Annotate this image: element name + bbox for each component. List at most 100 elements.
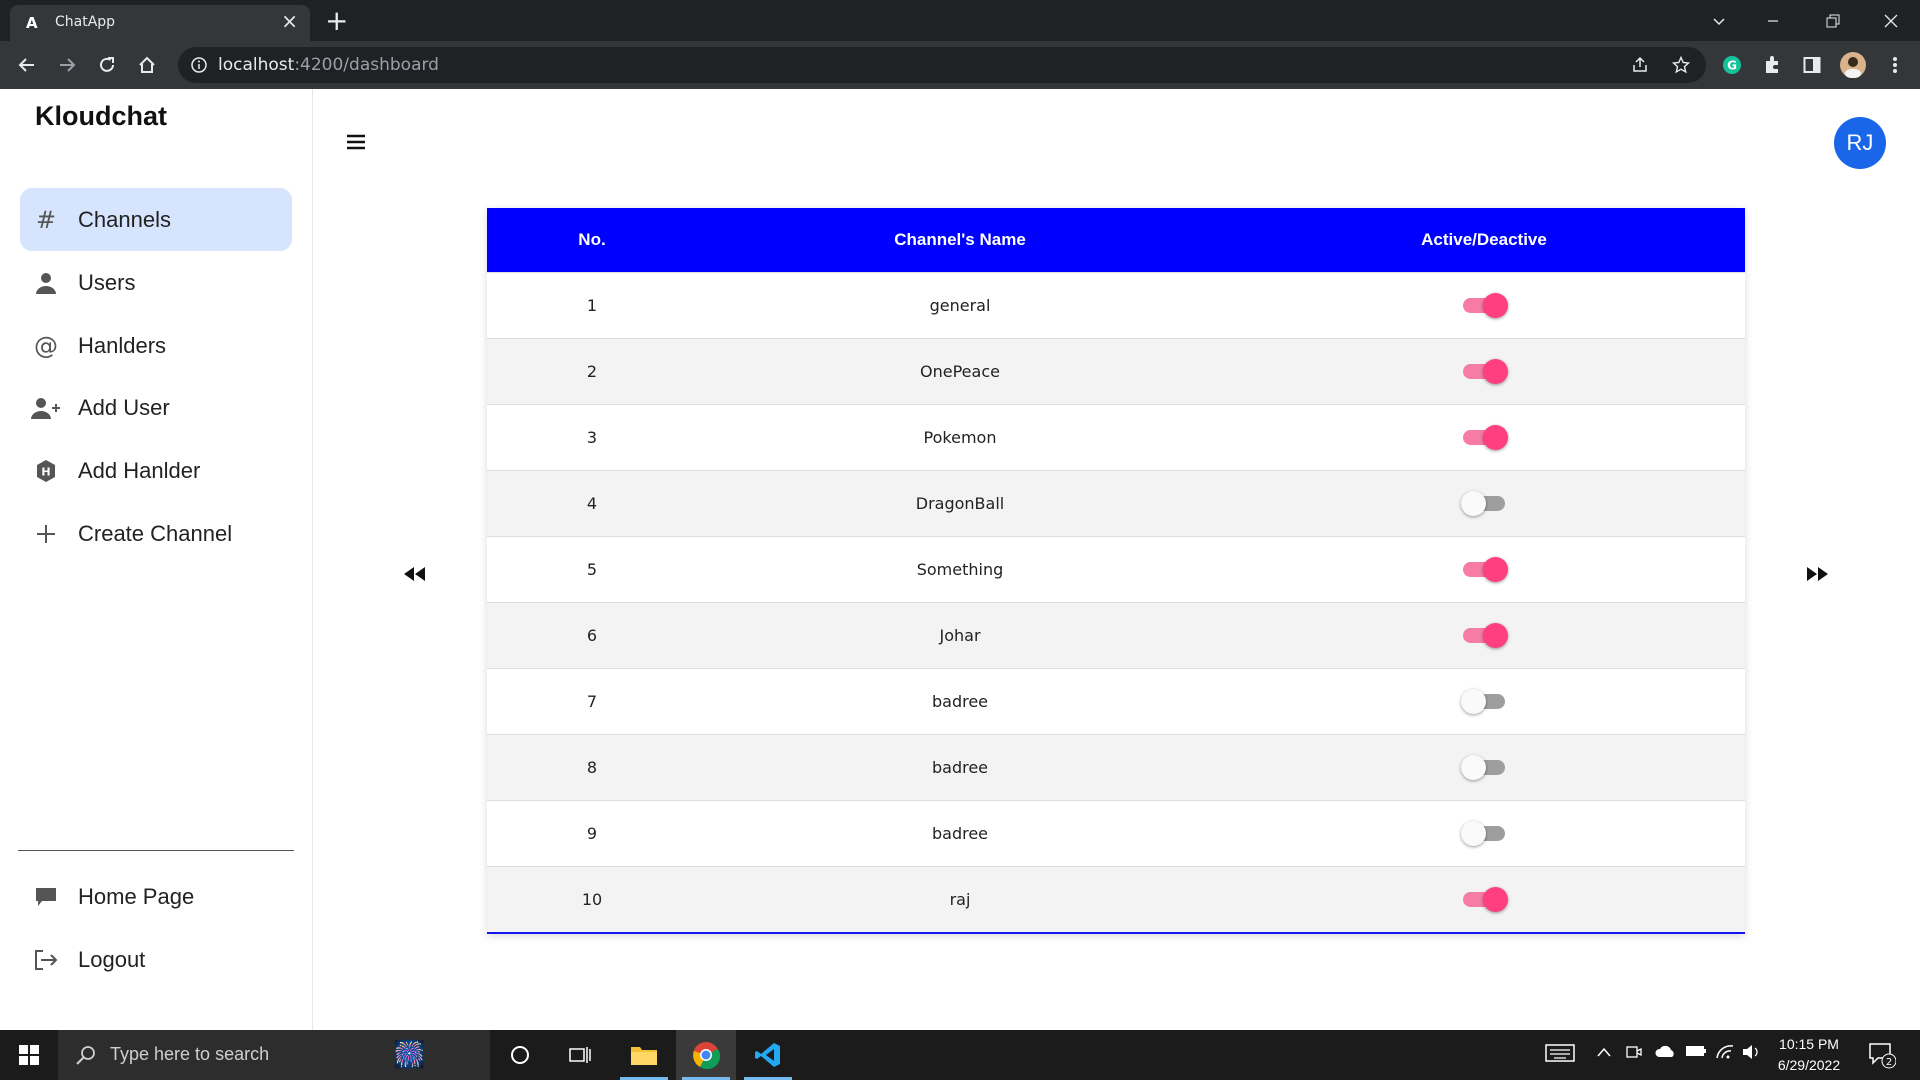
home-icon[interactable] bbox=[132, 50, 162, 80]
restore-button[interactable] bbox=[1810, 0, 1856, 41]
active-toggle[interactable] bbox=[1461, 752, 1507, 782]
reload-icon[interactable] bbox=[92, 50, 122, 80]
tab-close-icon[interactable]: × bbox=[281, 11, 298, 31]
back-icon[interactable] bbox=[12, 50, 42, 80]
user-icon bbox=[20, 272, 72, 294]
forward-icon[interactable] bbox=[52, 50, 82, 80]
table-row: 7 badree bbox=[487, 668, 1745, 734]
sidebar-item-users[interactable]: Users bbox=[20, 251, 292, 314]
active-toggle[interactable] bbox=[1461, 356, 1508, 386]
cell-no: 1 bbox=[586, 295, 598, 315]
battery-icon[interactable] bbox=[1685, 1044, 1707, 1062]
taskbar-search-box[interactable]: Type here to search 🎆 bbox=[58, 1030, 490, 1080]
active-toggle[interactable] bbox=[1461, 422, 1508, 452]
active-toggle[interactable] bbox=[1461, 686, 1507, 716]
chrome-menu-icon[interactable] bbox=[1880, 50, 1910, 80]
tab-search-icon[interactable] bbox=[1696, 0, 1742, 41]
chat-bubble-icon bbox=[20, 886, 72, 908]
browser-tabstrip: A ChatApp × + bbox=[0, 0, 1920, 41]
file-explorer-icon[interactable] bbox=[614, 1030, 674, 1080]
table-row: 5 Something bbox=[487, 536, 1745, 602]
toggle-knob bbox=[1461, 689, 1486, 714]
volume-icon[interactable] bbox=[1742, 1044, 1760, 1064]
cell-channel-name: badree bbox=[931, 691, 989, 711]
cortana-icon[interactable] bbox=[490, 1030, 550, 1080]
cell-channel-name: badree bbox=[931, 823, 989, 843]
sidebar-item-add-user[interactable]: Add User bbox=[20, 376, 292, 439]
share-icon[interactable] bbox=[1625, 50, 1655, 80]
close-window-button[interactable] bbox=[1868, 0, 1914, 41]
user-avatar[interactable]: RJ bbox=[1834, 117, 1886, 169]
sidebar-item-home-page[interactable]: Home Page bbox=[20, 865, 292, 928]
add-user-icon bbox=[20, 397, 72, 419]
address-bar[interactable]: localhost:4200/dashboard bbox=[178, 47, 1706, 83]
logout-icon bbox=[20, 949, 72, 971]
dashboard-page: Kloudchat # Channels Users @ Hanlders Ad… bbox=[0, 89, 1920, 1030]
cell-active bbox=[1223, 866, 1745, 932]
url-text: localhost:4200/dashboard bbox=[218, 55, 439, 75]
active-toggle[interactable] bbox=[1461, 818, 1507, 848]
active-toggle[interactable] bbox=[1461, 620, 1508, 650]
plus-icon bbox=[20, 524, 72, 544]
cell-active bbox=[1223, 602, 1745, 668]
sidebar-item-label: Logout bbox=[78, 946, 146, 972]
sidebar-item-label: Create Channel bbox=[78, 520, 233, 546]
side-panel-icon[interactable] bbox=[1797, 50, 1827, 80]
column-header-name: Channel's Name bbox=[894, 229, 1026, 249]
grammarly-icon[interactable]: G bbox=[1717, 50, 1747, 80]
profile-avatar-icon[interactable] bbox=[1838, 50, 1868, 80]
keyboard-icon[interactable] bbox=[1545, 1042, 1575, 1068]
new-tab-button[interactable]: + bbox=[325, 4, 348, 38]
sidebar-item-handlers[interactable]: @ Hanlders bbox=[20, 314, 292, 377]
taskbar-clock[interactable]: 10:15 PM 6/29/2022 bbox=[1764, 1034, 1854, 1076]
cell-channel-name: raj bbox=[949, 889, 971, 909]
url-host: localhost bbox=[218, 55, 295, 75]
sidebar-item-label: Add Hanlder bbox=[78, 457, 201, 483]
wifi-icon[interactable] bbox=[1715, 1044, 1735, 1064]
sidebar-item-label: Home Page bbox=[78, 883, 195, 909]
tab-favicon: A bbox=[26, 14, 38, 32]
search-placeholder: Type here to search bbox=[110, 1044, 270, 1064]
toggle-knob bbox=[1483, 557, 1508, 582]
sidebar-divider bbox=[18, 850, 294, 851]
active-toggle[interactable] bbox=[1461, 884, 1508, 914]
toggle-knob bbox=[1483, 425, 1508, 450]
active-toggle[interactable] bbox=[1461, 290, 1508, 320]
sidebar-item-label: Users bbox=[78, 269, 136, 295]
next-page-icon[interactable] bbox=[1803, 559, 1833, 589]
sidebar-item-label: Hanlders bbox=[78, 332, 167, 358]
site-info-icon[interactable] bbox=[190, 56, 208, 74]
active-toggle[interactable] bbox=[1461, 554, 1508, 584]
previous-page-icon[interactable] bbox=[399, 559, 429, 589]
active-toggle[interactable] bbox=[1461, 488, 1507, 518]
windows-taskbar: Type here to search 🎆 10:15 PM 6/29/2022 bbox=[0, 1030, 1920, 1080]
sidebar-item-create-channel[interactable]: Create Channel bbox=[20, 502, 292, 565]
browser-tab[interactable]: A ChatApp × bbox=[10, 5, 310, 41]
cell-no: 2 bbox=[586, 361, 598, 381]
notification-count: 2 bbox=[1886, 1057, 1892, 1068]
vscode-icon[interactable] bbox=[738, 1030, 798, 1080]
search-icon bbox=[76, 1046, 95, 1065]
sidebar-item-add-handler[interactable]: H Add Hanlder bbox=[20, 439, 292, 502]
column-header-active: Active/Deactive bbox=[1421, 229, 1547, 249]
minimize-button[interactable] bbox=[1750, 0, 1796, 41]
notifications-icon[interactable]: 2 bbox=[1868, 1041, 1897, 1073]
task-view-icon[interactable] bbox=[550, 1030, 610, 1080]
sidebar-item-channels[interactable]: # Channels bbox=[20, 188, 292, 251]
cell-no: 5 bbox=[586, 559, 598, 579]
meet-now-icon[interactable] bbox=[1626, 1044, 1642, 1064]
cell-channel-name: badree bbox=[931, 757, 989, 777]
toggle-knob bbox=[1461, 491, 1486, 516]
extensions-icon[interactable] bbox=[1757, 50, 1787, 80]
browser-toolbar: localhost:4200/dashboard G bbox=[0, 41, 1920, 89]
bookmark-star-icon[interactable] bbox=[1666, 50, 1696, 80]
svg-text:G: G bbox=[1727, 59, 1737, 73]
onedrive-icon[interactable] bbox=[1654, 1044, 1676, 1062]
chrome-taskbar-icon[interactable] bbox=[676, 1030, 736, 1080]
menu-toggle-icon[interactable] bbox=[346, 133, 366, 155]
windows-start-icon[interactable] bbox=[0, 1030, 58, 1080]
toggle-knob bbox=[1483, 887, 1508, 913]
tray-expand-icon[interactable] bbox=[1596, 1044, 1612, 1062]
table-header-row: No. Channel's Name Active/Deactive bbox=[487, 208, 1745, 272]
sidebar-item-logout[interactable]: Logout bbox=[20, 928, 292, 991]
